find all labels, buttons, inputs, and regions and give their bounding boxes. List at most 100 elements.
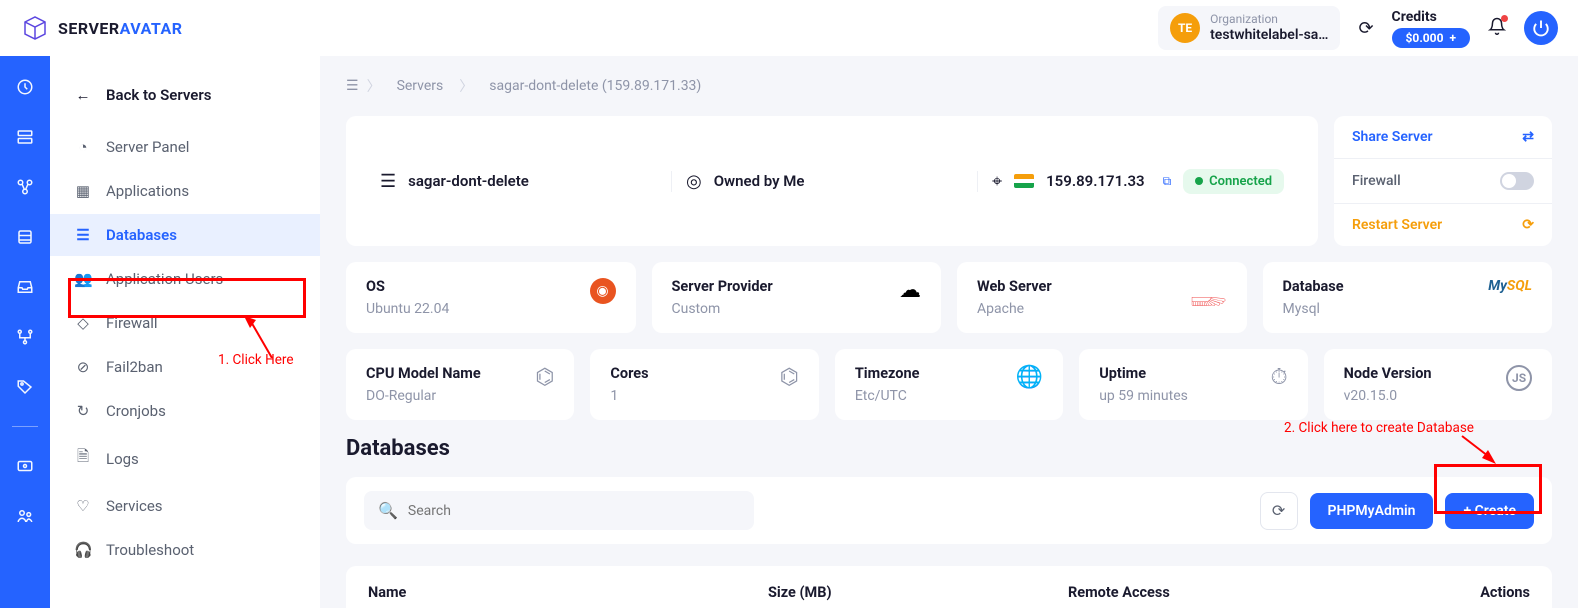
database-icon: ☰ xyxy=(74,226,92,244)
sidebar-item-logs[interactable]: 🗎 Logs xyxy=(50,434,320,483)
info-cores: Cores1 ⌬ xyxy=(590,349,818,420)
sidebar-item-server-panel[interactable]: ◔ Server Panel xyxy=(50,126,320,168)
info-provider: Server ProviderCustom ☁ xyxy=(652,262,942,333)
rail-divider xyxy=(12,426,38,427)
server-actions-card: Share Server ⇄ Firewall Restart Server ⟳ xyxy=(1334,116,1552,246)
toggle-off-icon[interactable] xyxy=(1500,172,1534,190)
info-node: Node Versionv20.15.0 JS xyxy=(1324,349,1552,420)
info-os: OSUbuntu 22.04 ◉ xyxy=(346,262,636,333)
sidebar-item-databases[interactable]: ☰ Databases xyxy=(50,214,320,256)
chevron-right-icon: 〉 xyxy=(459,76,473,96)
org-avatar: TE xyxy=(1170,13,1200,43)
firewall-toggle-row[interactable]: Firewall xyxy=(1334,159,1552,204)
databases-toolbar: 🔍 ⟳ PHPMyAdmin + Create xyxy=(346,477,1552,544)
mysql-icon: MySQL xyxy=(1488,278,1532,294)
back-to-servers[interactable]: ← Back to Servers xyxy=(50,74,320,116)
info-database: DatabaseMysql MySQL xyxy=(1263,262,1553,333)
sidebar-item-label: Fail2ban xyxy=(106,358,163,376)
power-button[interactable] xyxy=(1524,11,1558,45)
server-header-card: ☰ sagar-dont-delete ◎ Owned by Me ⌖ 159.… xyxy=(346,116,1318,246)
info-cpu: CPU Model NameDO-Regular ⌬ xyxy=(346,349,574,420)
info-uptime: Uptimeup 59 minutes ⏱ xyxy=(1079,349,1307,420)
breadcrumb: ☰ 〉 Servers 〉 sagar-dont-delete (159.89.… xyxy=(346,74,1552,98)
shield-icon: ◇ xyxy=(74,314,92,332)
th-name: Name xyxy=(368,584,768,601)
sidebar-item-app-users[interactable]: 👥 Application Users xyxy=(50,258,320,300)
chevron-right-icon: 〉 xyxy=(367,76,381,96)
sidebar-item-label: Services xyxy=(106,497,163,515)
inbox-icon[interactable] xyxy=(14,276,36,298)
breadcrumb-home-icon[interactable]: ☰ xyxy=(346,78,359,94)
notification-dot-icon xyxy=(1501,15,1508,22)
copy-icon[interactable]: ⧉ xyxy=(1163,174,1172,189)
sidebar: ← Back to Servers ◔ Server Panel ▦ Appli… xyxy=(50,56,320,608)
billing-icon[interactable] xyxy=(14,455,36,477)
th-remote: Remote Access xyxy=(1068,584,1388,601)
sidebar-item-services[interactable]: ♡ Services xyxy=(50,485,320,527)
headset-icon: 🎧 xyxy=(74,541,92,559)
restart-icon: ⟳ xyxy=(1522,217,1534,233)
list-icon[interactable] xyxy=(14,226,36,248)
flag-india-icon xyxy=(1014,174,1034,188)
sidebar-item-applications[interactable]: ▦ Applications xyxy=(50,170,320,212)
nodejs-icon: JS xyxy=(1506,365,1532,391)
brand-logo[interactable]: SERVERAVATAR xyxy=(20,13,183,43)
sidebar-item-firewall[interactable]: ◇ Firewall xyxy=(50,302,320,344)
team-icon[interactable] xyxy=(14,505,36,527)
plus-icon: + xyxy=(1463,503,1474,519)
arrow-left-icon: ← xyxy=(74,86,92,104)
icon-rail xyxy=(0,56,50,608)
sidebar-item-label: Databases xyxy=(106,226,177,244)
ban-icon: ⊘ xyxy=(74,358,92,376)
server-name: sagar-dont-delete xyxy=(408,172,529,190)
logo-cube-icon xyxy=(20,13,50,43)
users-icon: 👥 xyxy=(74,270,92,288)
ubuntu-icon: ◉ xyxy=(590,278,616,304)
phpmyadmin-button[interactable]: PHPMyAdmin xyxy=(1310,493,1434,529)
breadcrumb-current: sagar-dont-delete (159.89.171.33) xyxy=(481,74,709,98)
user-icon: ◎ xyxy=(686,171,702,192)
back-label: Back to Servers xyxy=(106,86,211,104)
tag-icon[interactable] xyxy=(14,376,36,398)
create-database-button[interactable]: + Create xyxy=(1445,493,1534,529)
reload-button[interactable]: ⟳ xyxy=(1260,492,1298,530)
refresh-icon[interactable]: ⟳ xyxy=(1358,18,1373,39)
org-value: testwhitelabel-sa… xyxy=(1210,27,1328,44)
notifications-button[interactable] xyxy=(1488,17,1506,40)
sidebar-item-label: Cronjobs xyxy=(106,402,166,420)
annotation-text-1: 1. Click Here xyxy=(218,352,294,368)
search-input-wrap[interactable]: 🔍 xyxy=(364,491,754,530)
stopwatch-icon: ⏱ xyxy=(1270,365,1287,390)
cluster-icon[interactable] xyxy=(14,176,36,198)
breadcrumb-servers[interactable]: Servers xyxy=(389,74,452,98)
info-webserver: Web ServerApache 𓆃 xyxy=(957,262,1247,333)
section-title: Databases xyxy=(346,436,1552,461)
search-input[interactable] xyxy=(408,503,740,519)
credits-label: Credits xyxy=(1392,9,1437,25)
th-size: Size (MB) xyxy=(768,584,1068,601)
apache-icon: 𓆃 xyxy=(1191,278,1227,314)
plus-icon: + xyxy=(1449,31,1456,45)
share-server-button[interactable]: Share Server ⇄ xyxy=(1334,116,1552,159)
restart-server-button[interactable]: Restart Server ⟳ xyxy=(1334,204,1552,246)
annotation-text-2: 2. Click here to create Database xyxy=(1284,420,1474,436)
credits-block[interactable]: Credits $0.000+ xyxy=(1392,9,1470,48)
servers-icon[interactable] xyxy=(14,126,36,148)
dashboard-icon[interactable] xyxy=(14,76,36,98)
organization-selector[interactable]: TE Organization testwhitelabel-sa… xyxy=(1158,6,1340,49)
sidebar-item-troubleshoot[interactable]: 🎧 Troubleshoot xyxy=(50,529,320,571)
grid-icon: ▦ xyxy=(74,182,92,200)
credits-pill[interactable]: $0.000+ xyxy=(1392,28,1470,48)
gauge-icon: ◔ xyxy=(74,138,92,156)
sidebar-item-cronjobs[interactable]: ↻ Cronjobs xyxy=(50,390,320,432)
file-icon: 🗎 xyxy=(74,446,92,471)
annotation-arrow-2 xyxy=(1460,434,1496,464)
pin-icon: ⌖ xyxy=(992,171,1002,192)
cloud-icon: ☁ xyxy=(899,278,921,303)
search-icon: 🔍 xyxy=(378,501,398,520)
refresh-icon: ↻ xyxy=(74,402,92,420)
header-right: TE Organization testwhitelabel-sa… ⟳ Cre… xyxy=(1158,6,1558,49)
heartbeat-icon: ♡ xyxy=(74,497,92,515)
network-icon[interactable] xyxy=(14,326,36,348)
main-content: ☰ 〉 Servers 〉 sagar-dont-delete (159.89.… xyxy=(320,56,1578,608)
